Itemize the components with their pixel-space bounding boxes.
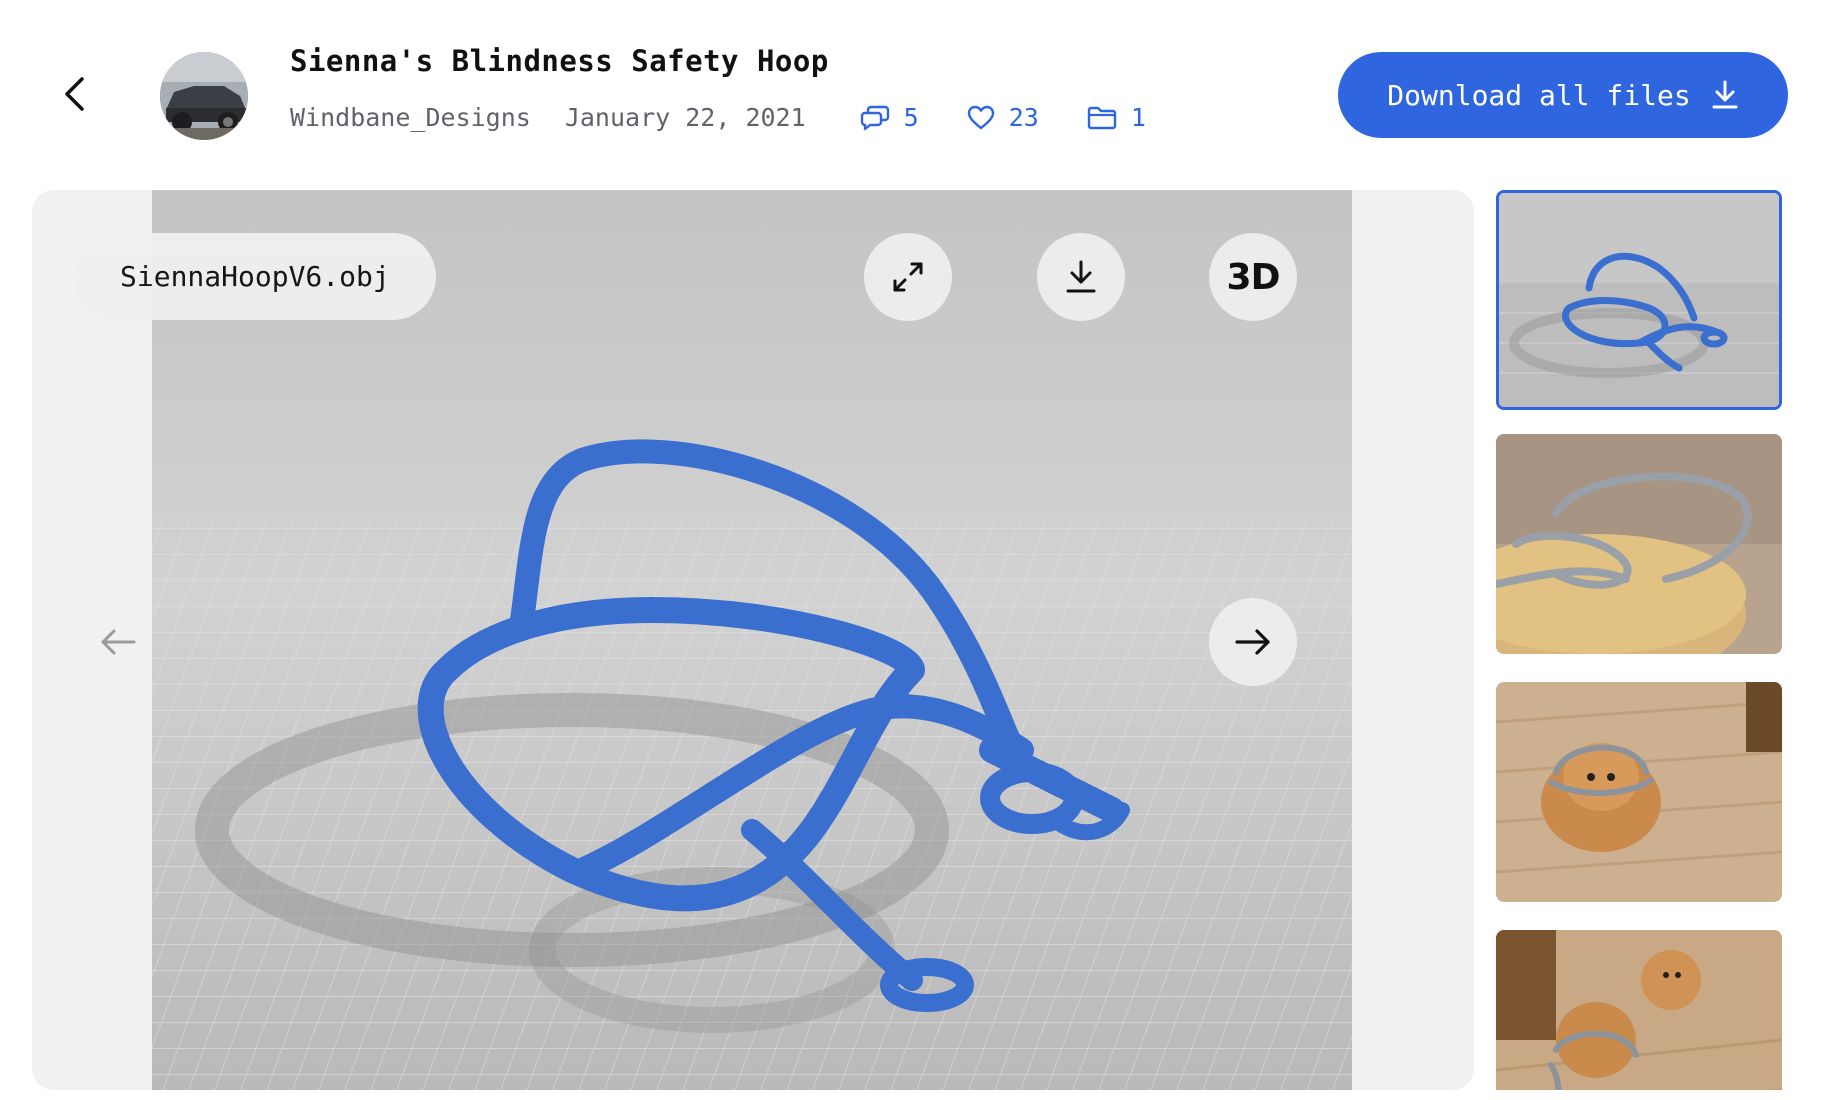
- download-file-button[interactable]: [1037, 233, 1125, 321]
- model-viewer: SiennaHoopV6.obj 3D: [32, 190, 1474, 1090]
- chevron-left-icon: [65, 77, 84, 111]
- back-button[interactable]: [52, 68, 96, 120]
- likes-count: 23: [1008, 103, 1039, 132]
- hoop-3d-render: [152, 190, 1352, 1090]
- folder-icon: [1087, 106, 1117, 129]
- download-all-label: Download all files: [1387, 78, 1691, 112]
- author-link[interactable]: Windbane_Designs: [290, 103, 531, 132]
- likes-stat[interactable]: 23: [967, 103, 1039, 132]
- fullscreen-button[interactable]: [864, 233, 952, 321]
- file-name: SiennaHoopV6.obj: [120, 260, 390, 293]
- download-all-button[interactable]: Download all files: [1338, 52, 1788, 138]
- avatar[interactable]: [160, 52, 248, 140]
- arrow-right-icon: [1235, 629, 1270, 655]
- comments-count: 5: [903, 103, 919, 132]
- thumbnail-printed-hoop[interactable]: [1496, 434, 1782, 654]
- view-3d-toggle[interactable]: 3D: [1209, 233, 1297, 321]
- files-stat[interactable]: 1: [1087, 103, 1146, 132]
- model-title: Sienna's Blindness Safety Hoop: [290, 44, 829, 78]
- model-meta: Windbane_Designs January 22, 2021 5 23 1: [290, 103, 1194, 132]
- comments-stat[interactable]: 5: [860, 103, 919, 132]
- publish-date: January 22, 2021: [564, 103, 806, 132]
- download-icon: [1712, 80, 1738, 109]
- next-image-button[interactable]: [1209, 598, 1297, 686]
- thumbnail-3d-render[interactable]: [1496, 190, 1782, 410]
- model-render[interactable]: [152, 190, 1352, 1090]
- thumbnail-two-dogs[interactable]: [1496, 930, 1782, 1090]
- heart-icon: [967, 105, 994, 129]
- thumbnail-strip: [1496, 190, 1782, 1090]
- download-icon: [1066, 260, 1096, 293]
- thumbnail-dog-wearing-hoop[interactable]: [1496, 682, 1782, 902]
- expand-icon: [893, 262, 923, 292]
- previous-image-button[interactable]: [94, 618, 142, 666]
- files-count: 1: [1130, 103, 1146, 132]
- comments-icon: [860, 105, 889, 130]
- 3d-label: 3D: [1226, 256, 1281, 298]
- arrow-left-icon: [101, 629, 136, 655]
- file-name-pill: SiennaHoopV6.obj: [74, 233, 436, 320]
